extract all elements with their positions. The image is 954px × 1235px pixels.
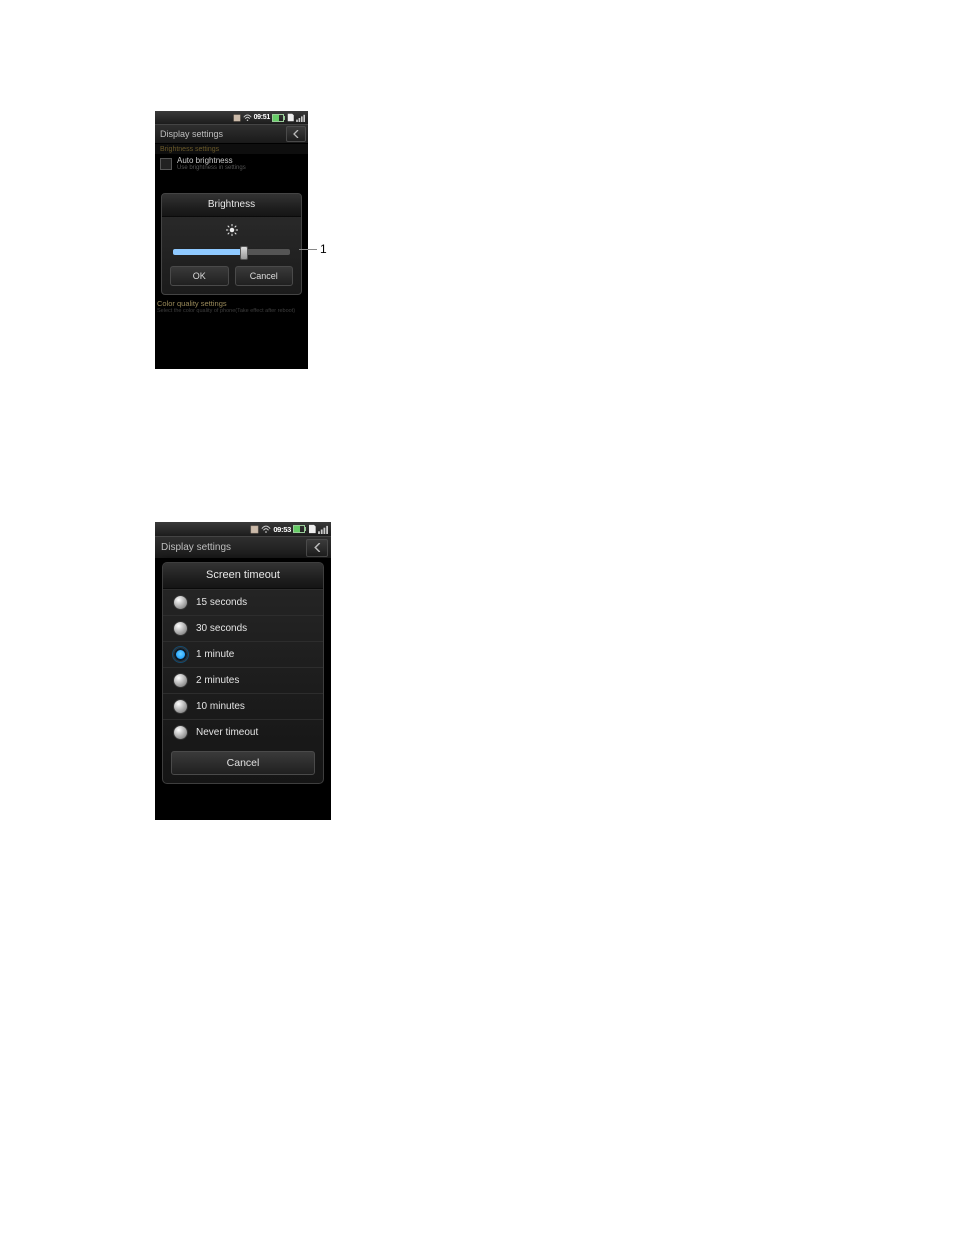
color-quality-header: Color quality settings bbox=[157, 299, 306, 308]
battery-icon bbox=[293, 525, 305, 533]
option-label: 1 minute bbox=[196, 649, 234, 660]
option-label: 15 seconds bbox=[196, 597, 247, 608]
timeout-option-10m[interactable]: 10 minutes bbox=[163, 693, 323, 719]
cancel-button[interactable]: Cancel bbox=[171, 751, 315, 775]
sd-icon bbox=[307, 524, 316, 534]
checkbox[interactable] bbox=[160, 158, 172, 170]
radio-button[interactable] bbox=[173, 595, 188, 610]
option-label: 30 seconds bbox=[196, 623, 247, 634]
status-time: 09:51 bbox=[254, 114, 270, 121]
timeout-option-15s[interactable]: 15 seconds bbox=[163, 589, 323, 615]
dialog-title: Brightness bbox=[162, 194, 301, 217]
annotation-leader-line bbox=[299, 249, 317, 250]
radio-button[interactable] bbox=[173, 699, 188, 714]
radio-button[interactable] bbox=[173, 725, 188, 740]
chevron-left-icon bbox=[293, 130, 299, 138]
wifi-icon bbox=[261, 525, 271, 534]
radio-button[interactable] bbox=[173, 621, 188, 636]
timeout-option-1m[interactable]: 1 minute bbox=[163, 641, 323, 667]
title-bar: Display settings bbox=[155, 124, 308, 144]
page-title: Display settings bbox=[160, 129, 223, 139]
timeout-option-30s[interactable]: 30 seconds bbox=[163, 615, 323, 641]
ok-button[interactable]: OK bbox=[170, 266, 229, 286]
back-button[interactable] bbox=[306, 539, 328, 557]
brightness-slider[interactable] bbox=[162, 244, 301, 266]
timeout-option-2m[interactable]: 2 minutes bbox=[163, 667, 323, 693]
dialog-title: Screen timeout bbox=[163, 563, 323, 589]
screenshot-brightness: 09:51 Display settings Brightness settin… bbox=[155, 111, 308, 369]
radio-button-selected[interactable] bbox=[173, 647, 188, 662]
slider-thumb[interactable] bbox=[240, 246, 248, 260]
section-header: Brightness settings bbox=[155, 144, 308, 154]
background-setting: Color quality settings Select the color … bbox=[157, 299, 306, 315]
timeout-option-never[interactable]: Never timeout bbox=[163, 719, 323, 745]
page-title: Display settings bbox=[161, 542, 231, 553]
slider-track[interactable] bbox=[172, 248, 291, 256]
status-time: 09:53 bbox=[273, 525, 291, 534]
cancel-button[interactable]: Cancel bbox=[235, 266, 294, 286]
option-label: Never timeout bbox=[196, 727, 258, 738]
chevron-left-icon bbox=[314, 543, 321, 552]
option-label: 2 minutes bbox=[196, 675, 239, 686]
radio-button[interactable] bbox=[173, 673, 188, 688]
color-quality-sub: Select the color quality of phone(Take e… bbox=[157, 308, 306, 315]
back-button[interactable] bbox=[286, 126, 306, 142]
sd-icon bbox=[286, 113, 294, 122]
battery-icon bbox=[272, 114, 284, 122]
sim-icon bbox=[250, 525, 259, 534]
brightness-dialog: Brightness OK Cancel bbox=[161, 193, 302, 295]
annotation-label-1: 1 bbox=[320, 242, 327, 256]
screenshot-screen-timeout: 09:53 Display settings Screen timeout 15… bbox=[155, 522, 331, 820]
row-label: Auto brightness bbox=[177, 156, 233, 165]
status-bar: 09:53 bbox=[155, 522, 331, 536]
row-text: Auto brightness Use brightness in settin… bbox=[177, 156, 246, 171]
option-label: 10 minutes bbox=[196, 701, 245, 712]
row-sublabel: Use brightness in settings bbox=[177, 165, 246, 171]
signal-icon bbox=[296, 114, 306, 122]
auto-brightness-row[interactable]: Auto brightness Use brightness in settin… bbox=[155, 154, 308, 173]
dialog-button-row: OK Cancel bbox=[162, 266, 301, 294]
screen-timeout-dialog: Screen timeout 15 seconds 30 seconds 1 m… bbox=[162, 562, 324, 784]
wifi-icon bbox=[243, 114, 252, 122]
timeout-option-list: 15 seconds 30 seconds 1 minute 2 minutes… bbox=[163, 589, 323, 745]
signal-icon bbox=[318, 525, 329, 534]
title-bar: Display settings bbox=[155, 536, 331, 559]
brightness-icon bbox=[162, 217, 301, 244]
status-bar: 09:51 bbox=[155, 111, 308, 124]
sim-icon bbox=[233, 114, 241, 122]
